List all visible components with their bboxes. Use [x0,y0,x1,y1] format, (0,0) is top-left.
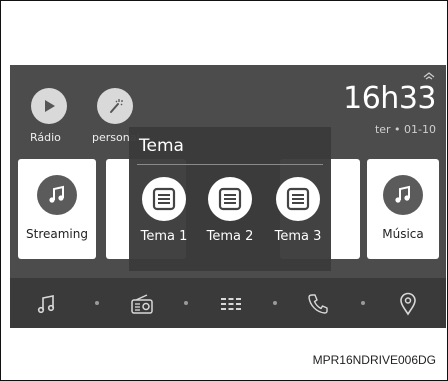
theme-option-2[interactable]: Tema 2 [196,177,264,244]
location-pin-icon[interactable] [394,290,422,318]
phone-icon[interactable] [304,290,332,318]
music-note-icon [383,175,423,215]
theme-option-2-label: Tema 2 [206,229,254,244]
music-icon[interactable] [33,290,61,318]
clock-date: ter • 01-10 [374,123,436,136]
music-note-icon [37,175,77,215]
radio-icon[interactable] [128,290,156,318]
nav-separator [184,301,188,305]
popup-divider [137,164,323,165]
theme-popup: Tema Tema 1 Tema 2 Tema 3 [129,127,331,271]
bottom-navbar [10,278,446,328]
theme-option-3[interactable]: Tema 3 [264,177,332,244]
nav-separator [273,301,277,305]
theme-option-1-label: Tema 1 [140,229,188,244]
radio-button[interactable] [31,88,67,124]
radio-label: Rádio [30,131,61,144]
figure-code: MPR16NDRIVE006DG [312,353,436,367]
infotainment-screen: Rádio personal 16h33 ter • 01-10 Streami… [10,65,446,328]
apps-grid-icon[interactable] [217,290,245,318]
tile-musica-label: Música [382,227,424,241]
tile-streaming[interactable]: Streaming [18,159,96,259]
theme-option-3-label: Tema 3 [274,229,322,244]
theme-icon [276,177,320,221]
tile-streaming-label: Streaming [26,227,88,241]
popup-title: Tema [139,136,184,156]
nav-separator [95,301,99,305]
tile-musica[interactable]: Música [367,159,439,259]
clock-time: 16h33 [343,81,436,116]
magic-wand-icon [110,99,123,113]
play-icon [45,100,55,112]
nav-separator [361,301,365,305]
theme-icon [142,177,186,221]
personal-button[interactable] [97,88,133,124]
theme-icon [208,177,252,221]
theme-option-1[interactable]: Tema 1 [130,177,198,244]
